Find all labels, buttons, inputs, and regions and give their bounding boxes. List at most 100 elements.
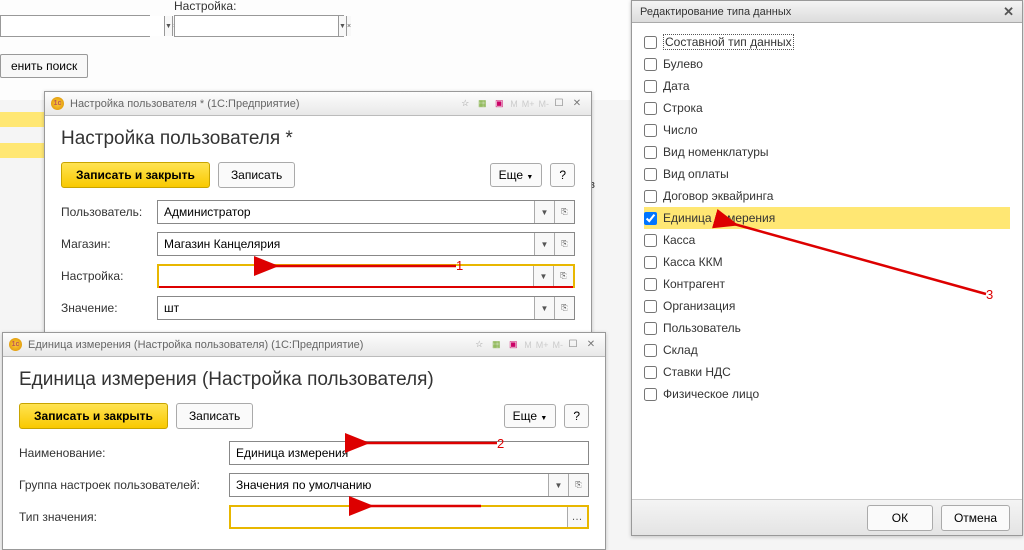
type-item-2[interactable]: Дата <box>644 75 1010 97</box>
type-item-10[interactable]: Касса ККМ <box>644 251 1010 273</box>
mminus-indicator: M- <box>553 340 564 350</box>
save-close-button[interactable]: Записать и закрыть <box>61 162 210 188</box>
type-checkbox[interactable] <box>644 124 657 137</box>
type-item-label: Вид номенклатуры <box>663 145 769 159</box>
type-checkbox[interactable] <box>644 80 657 93</box>
maximize-icon[interactable]: ☐ <box>551 96 567 112</box>
dropdown-caret-icon[interactable]: ▼ <box>338 16 346 36</box>
type-item-label: Пользователь <box>663 321 741 335</box>
red-underline <box>159 286 573 288</box>
field-caret-icon[interactable]: ▼ <box>533 266 553 286</box>
titlebar: 1c Единица измерения (Настройка пользова… <box>3 333 605 357</box>
shop-input[interactable] <box>158 233 534 255</box>
type-checkbox[interactable] <box>644 58 657 71</box>
type-checkbox[interactable] <box>644 146 657 159</box>
field-open-icon[interactable]: ⎘ <box>553 266 573 286</box>
type-item-5[interactable]: Вид номенклатуры <box>644 141 1010 163</box>
type-checkbox[interactable] <box>644 234 657 247</box>
close-icon[interactable]: ✕ <box>1003 4 1014 20</box>
field-caret-icon[interactable]: ▼ <box>548 474 568 496</box>
name-field-wrap <box>229 441 589 465</box>
type-item-label: Касса <box>663 233 695 247</box>
close-icon[interactable]: ✕ <box>583 337 599 353</box>
type-item-label: Строка <box>663 101 703 115</box>
field-caret-icon[interactable]: ▼ <box>534 201 554 223</box>
bg-dropdown-1[interactable]: ▼ × <box>0 15 150 37</box>
close-icon[interactable]: ✕ <box>569 96 585 112</box>
type-item-1[interactable]: Булево <box>644 53 1010 75</box>
unit-setting-window: 1c Единица измерения (Настройка пользова… <box>2 332 606 550</box>
type-item-12[interactable]: Организация <box>644 295 1010 317</box>
bg-dropdown-1-input[interactable] <box>1 16 164 36</box>
field-caret-icon[interactable]: ▼ <box>534 233 554 255</box>
type-checkbox[interactable] <box>644 366 657 379</box>
save-button[interactable]: Записать <box>218 162 295 188</box>
type-item-9[interactable]: Касса <box>644 229 1010 251</box>
field-dots-icon[interactable]: … <box>567 507 587 527</box>
type-item-label: Вид оплаты <box>663 167 729 181</box>
type-item-11[interactable]: Контрагент <box>644 273 1010 295</box>
type-item-4[interactable]: Число <box>644 119 1010 141</box>
more-button[interactable]: Еще ▼ <box>490 163 543 187</box>
type-checkbox[interactable] <box>644 36 657 49</box>
type-checkbox[interactable] <box>644 300 657 313</box>
type-item-14[interactable]: Склад <box>644 339 1010 361</box>
type-item-3[interactable]: Строка <box>644 97 1010 119</box>
type-item-8[interactable]: Единица измерения <box>644 207 1010 229</box>
help-button[interactable]: ? <box>550 163 575 187</box>
type-checkbox[interactable] <box>644 190 657 203</box>
field-open-icon[interactable]: ⎘ <box>554 233 574 255</box>
save-button[interactable]: Записать <box>176 403 253 429</box>
group-label: Группа настроек пользователей: <box>19 478 229 492</box>
calendar-icon[interactable]: ▣ <box>492 97 506 111</box>
user-input[interactable] <box>158 201 534 223</box>
type-item-label: Ставки НДС <box>663 365 731 379</box>
type-item-6[interactable]: Вид оплаты <box>644 163 1010 185</box>
type-item-0[interactable]: Составной тип данных <box>644 31 1010 53</box>
star-icon[interactable]: ☆ <box>472 338 486 352</box>
bg-dropdown-2[interactable]: ▼ × <box>174 15 344 37</box>
annotation-3: 3 <box>986 287 993 302</box>
name-label: Наименование: <box>19 446 229 460</box>
dropdown-clear-icon[interactable]: × <box>346 16 351 36</box>
type-checkbox[interactable] <box>644 102 657 115</box>
star-icon[interactable]: ☆ <box>458 97 472 111</box>
type-checkbox[interactable] <box>644 388 657 401</box>
apply-search-button[interactable]: енить поиск <box>0 54 88 78</box>
calendar-icon[interactable]: ▣ <box>506 338 520 352</box>
type-checkbox[interactable] <box>644 256 657 269</box>
type-item-label: Составной тип данных <box>663 34 794 50</box>
type-checkbox[interactable] <box>644 322 657 335</box>
user-setting-window: 1c Настройка пользователя * (1С:Предприя… <box>44 91 592 341</box>
type-checkbox[interactable] <box>644 168 657 181</box>
name-input[interactable] <box>230 442 588 464</box>
bg-dropdown-2-input[interactable] <box>175 16 338 36</box>
type-checkbox[interactable] <box>644 278 657 291</box>
value-input[interactable] <box>158 297 534 319</box>
field-open-icon[interactable]: ⎘ <box>568 474 588 496</box>
field-open-icon[interactable]: ⎘ <box>554 201 574 223</box>
type-checkbox[interactable] <box>644 212 657 225</box>
ok-button[interactable]: ОК <box>867 505 933 531</box>
maximize-icon[interactable]: ☐ <box>565 337 581 353</box>
setting-label: Настройка: <box>61 269 157 283</box>
calc-icon[interactable]: ▦ <box>489 338 503 352</box>
more-button[interactable]: Еще ▼ <box>504 404 557 428</box>
mplus-indicator: M+ <box>522 99 535 109</box>
calc-icon[interactable]: ▦ <box>475 97 489 111</box>
field-open-icon[interactable]: ⎘ <box>554 297 574 319</box>
field-caret-icon[interactable]: ▼ <box>534 297 554 319</box>
type-checkbox[interactable] <box>644 344 657 357</box>
setting-field-wrap: ▼ ⎘ <box>157 264 575 288</box>
type-item-13[interactable]: Пользователь <box>644 317 1010 339</box>
setting-input[interactable] <box>159 266 283 286</box>
save-close-button[interactable]: Записать и закрыть <box>19 403 168 429</box>
type-item-7[interactable]: Договор эквайринга <box>644 185 1010 207</box>
type-item-15[interactable]: Ставки НДС <box>644 361 1010 383</box>
cancel-button[interactable]: Отмена <box>941 505 1010 531</box>
help-button[interactable]: ? <box>564 404 589 428</box>
group-input[interactable] <box>230 474 548 496</box>
dropdown-caret-icon[interactable]: ▼ <box>164 16 172 36</box>
type-input[interactable] <box>231 507 355 527</box>
type-item-16[interactable]: Физическое лицо <box>644 383 1010 405</box>
